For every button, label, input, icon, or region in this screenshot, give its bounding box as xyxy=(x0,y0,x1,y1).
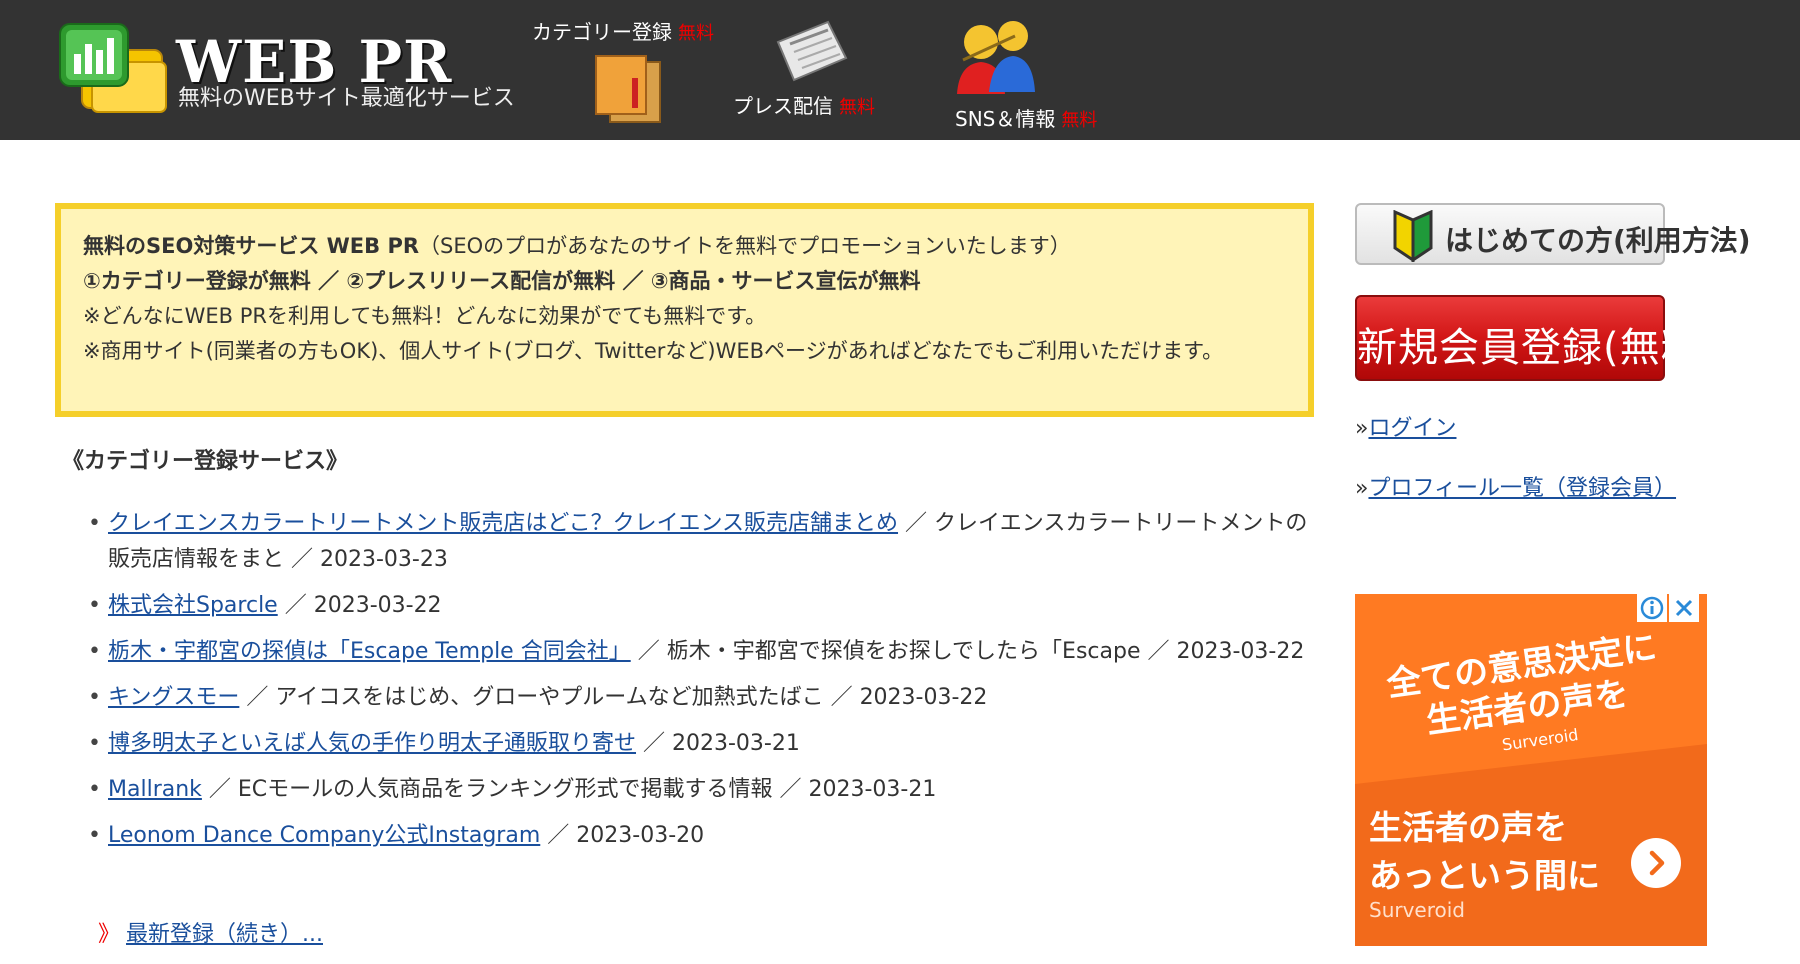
nav-press-release[interactable]: プレス配信 無料 xyxy=(733,90,875,119)
newspaper-icon[interactable] xyxy=(772,18,850,84)
list-item: 株式会社Sparcle ／ 2023-03-22 xyxy=(84,588,1324,624)
list-item: Leonom Dance Company公式Instagram ／ 2023-0… xyxy=(84,818,1324,854)
intro-notice: 無料のSEO対策サービス WEB PR（SEOのプロがあなたのサイトを無料でプロ… xyxy=(55,203,1314,417)
profiles-link-row: »プロフィール一覧（登録会員） xyxy=(1355,470,1676,502)
site-header: WEB PR 無料のWEBサイト最適化サービス カテゴリー登録 無料 プレス配信無… xyxy=(0,0,1800,140)
ad-body-line-2: あっという間に xyxy=(1369,856,1600,895)
nav-sns-info[interactable]: SNS＆情報 無料 xyxy=(955,103,1097,132)
nav-category-registration[interactable]: カテゴリー登録 無料 xyxy=(532,16,714,45)
nav-label: プレス配信 xyxy=(733,94,833,118)
registration-desc: ／ 栃木・宇都宮で探偵をお探しでしたら「Escape xyxy=(630,639,1141,664)
section-title: 《カテゴリー登録サービス》 xyxy=(62,449,349,474)
list-item: 博多明太子といえば人気の手作り明太子通販取り寄せ ／ 2023-03-21 xyxy=(84,726,1324,762)
registration-date: ／ 2023-03-22 xyxy=(277,593,442,618)
notice-heading: 無料のSEO対策サービス WEB PR xyxy=(83,234,420,258)
folder-icon[interactable] xyxy=(592,48,668,128)
registration-desc: ／ アイコスをはじめ、グローやプルームなど加熱式たばこ xyxy=(239,685,824,710)
notice-line-2: ①カテゴリー登録が無料 ／ ②プレスリリース配信が無料 ／ ③商品・サービス宣伝… xyxy=(83,264,1288,299)
nav-label: SNS＆情報 xyxy=(955,107,1056,131)
registration-link[interactable]: 栃木・宇都宮の探偵は「Escape Temple 合同会社」 xyxy=(108,639,631,664)
registration-link[interactable]: キングスモー xyxy=(108,685,239,710)
logo-title: WEB PR xyxy=(176,28,453,96)
login-link-row: »ログイン xyxy=(1355,410,1456,442)
profiles-link[interactable]: プロフィール一覧（登録会員） xyxy=(1368,476,1676,501)
notice-line-1: 無料のSEO対策サービス WEB PR（SEOのプロがあなたのサイトを無料でプロ… xyxy=(83,229,1288,264)
login-link[interactable]: ログイン xyxy=(1368,416,1456,441)
link-prefix: » xyxy=(1355,416,1369,441)
free-badge: 無料 xyxy=(1061,110,1098,131)
beginner-mark-icon xyxy=(1393,210,1433,262)
list-item: Mallrank ／ ECモールの人気商品をランキング形式で掲載する情報 ／ 2… xyxy=(84,772,1324,808)
registration-date: ／ 2023-03-20 xyxy=(540,823,705,848)
ad-body: 生活者の声を あっという間に xyxy=(1369,804,1600,900)
more-mark: 》 xyxy=(98,922,121,947)
registration-desc: ／ ECモールの人気商品をランキング形式で掲載する情報 xyxy=(201,777,773,802)
registration-link[interactable]: Mallrank xyxy=(108,777,202,802)
more-registrations-link[interactable]: 最新登録（続き）... xyxy=(126,922,323,947)
ad-banner[interactable]: 全ての意思決定に 生活者の声を Surveroid 生活者の声を あっという間に… xyxy=(1355,594,1707,946)
registration-date: ／ 2023-03-22 xyxy=(1140,639,1305,664)
registration-date: ／ 2023-03-21 xyxy=(772,777,937,802)
list-item: 栃木・宇都宮の探偵は「Escape Temple 合同会社」 ／ 栃木・宇都宮で… xyxy=(84,634,1324,670)
ad-headline-graphic: 全ての意思決定に 生活者の声を Surveroid xyxy=(1355,594,1707,784)
ad-brand: Surveroid xyxy=(1369,898,1466,922)
free-badge: 無料 xyxy=(839,97,875,118)
nav-label: カテゴリー登録 xyxy=(532,20,672,44)
close-icon[interactable] xyxy=(1669,594,1699,622)
notice-features: ①カテゴリー登録が無料 ／ ②プレスリリース配信が無料 ／ ③商品・サービス宣伝… xyxy=(83,269,921,293)
registration-list: クレイエンスカラートリートメント販売店はどこ？クレイエンス販売店舗まとめ ／ ク… xyxy=(84,506,1324,864)
list-item: キングスモー ／ アイコスをはじめ、グローやプルームなど加熱式たばこ ／ 202… xyxy=(84,680,1324,716)
registration-link[interactable]: クレイエンスカラートリートメント販売店はどこ？クレイエンス販売店舗まとめ xyxy=(108,511,898,536)
info-icon[interactable] xyxy=(1637,594,1667,622)
chart-folder-icon xyxy=(59,23,167,113)
more-registrations: 》最新登録（続き）... xyxy=(98,916,323,948)
registration-date: ／ 2023-03-21 xyxy=(636,731,800,756)
link-prefix: » xyxy=(1355,476,1369,501)
registration-date: ／ 2023-03-23 xyxy=(284,547,448,572)
logo-subtitle: 無料のWEBサイト最適化サービス xyxy=(178,86,515,111)
registration-link[interactable]: 株式会社Sparcle xyxy=(108,593,278,618)
free-badge: 無料 xyxy=(678,23,714,44)
registration-link[interactable]: Leonom Dance Company公式Instagram xyxy=(108,823,540,848)
registration-date: ／ 2023-03-22 xyxy=(823,685,988,710)
chevron-right-icon[interactable] xyxy=(1631,838,1681,888)
users-icon[interactable] xyxy=(955,16,1037,96)
ad-body-line-1: 生活者の声を xyxy=(1369,808,1567,847)
site-logo[interactable]: WEB PR 無料のWEBサイト最適化サービス xyxy=(58,22,518,122)
notice-line-4: ※商用サイト(同業者の方もOK)、個人サイト(ブログ、Twitterなど)WEB… xyxy=(83,339,1224,363)
beginner-guide-button[interactable]: はじめての方(利用方法) xyxy=(1355,203,1751,265)
beginner-guide-label: はじめての方(利用方法) xyxy=(1445,224,1751,257)
notice-line-3: ※どんなにWEB PRを利用しても無料！どんなに効果がでても無料です。 xyxy=(83,304,767,328)
list-item: クレイエンスカラートリートメント販売店はどこ？クレイエンス販売店舗まとめ ／ ク… xyxy=(84,506,1324,578)
registration-link[interactable]: 博多明太子といえば人気の手作り明太子通販取り寄せ xyxy=(108,731,636,756)
notice-heading-sub: （SEOのプロがあなたのサイトを無料でプロモーションいたします） xyxy=(419,234,1071,258)
register-button-label: 新規会員登録(無料) xyxy=(1357,325,1719,371)
register-button[interactable]: 新規会員登録(無料) xyxy=(1355,295,1719,381)
